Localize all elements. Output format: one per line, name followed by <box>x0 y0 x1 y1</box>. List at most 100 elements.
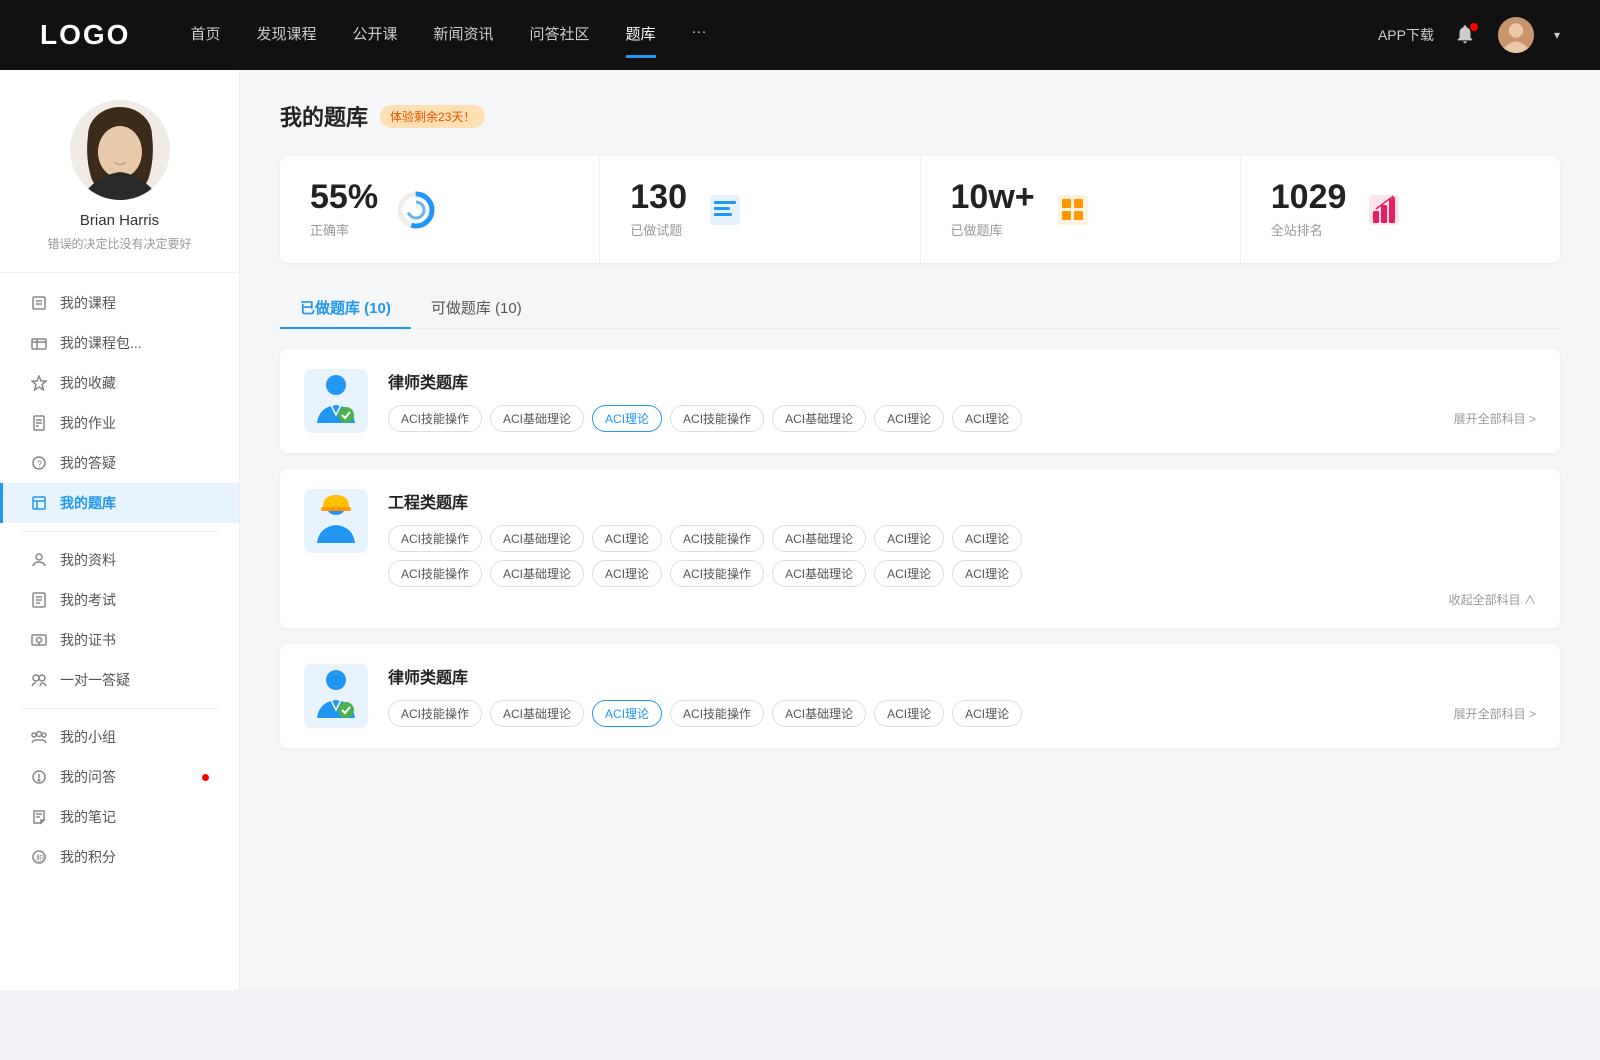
tag-3-6[interactable]: ACI理论 <box>952 700 1022 727</box>
navbar: LOGO 首页 发现课程 公开课 新闻资讯 问答社区 题库 ··· APP下载 … <box>0 0 1600 70</box>
sidebar-label-my-favorites: 我的收藏 <box>60 373 116 393</box>
sidebar-item-my-homework[interactable]: 我的作业 <box>0 403 239 443</box>
tag-1-6[interactable]: ACI理论 <box>952 405 1022 432</box>
tab-available[interactable]: 可做题库 (10) <box>411 287 542 328</box>
collapse-link-2[interactable]: 收起全部科目 ∧ <box>388 591 1536 608</box>
sidebar-item-my-questions[interactable]: ? 我的答疑 <box>0 443 239 483</box>
sidebar-label-my-answers: 我的问答 <box>60 767 116 787</box>
tag-1-1[interactable]: ACI基础理论 <box>490 405 584 432</box>
bank-info-1: 律师类题库 ACI技能操作 ACI基础理论 ACI理论 ACI技能操作 ACI基… <box>388 369 1536 432</box>
main-container: Brian Harris 错误的决定比没有决定要好 我的课程 我的课程包... <box>0 70 1600 990</box>
sidebar-label-my-cert: 我的证书 <box>60 630 116 650</box>
tag-3-4[interactable]: ACI基础理论 <box>772 700 866 727</box>
tag-2b-1[interactable]: ACI基础理论 <box>490 560 584 587</box>
stats-row: 55% 正确率 130 已做试题 <box>280 156 1560 263</box>
logo[interactable]: LOGO <box>40 19 130 51</box>
stat-accuracy-label: 正确率 <box>310 220 378 239</box>
stat-banks-done-text: 10w+ 已做题库 <box>951 180 1035 239</box>
nav-open-course[interactable]: 公开课 <box>352 23 397 48</box>
tag-1-0[interactable]: ACI技能操作 <box>388 405 482 432</box>
tag-2a-3[interactable]: ACI技能操作 <box>670 525 764 552</box>
tag-2b-5[interactable]: ACI理论 <box>874 560 944 587</box>
tag-2a-5[interactable]: ACI理论 <box>874 525 944 552</box>
sidebar-item-my-favorites[interactable]: 我的收藏 <box>0 363 239 403</box>
nav-more[interactable]: ··· <box>692 23 707 48</box>
bank-card-header-3: 律师类题库 ACI技能操作 ACI基础理论 ACI理论 ACI技能操作 ACI基… <box>304 664 1536 728</box>
tag-2a-4[interactable]: ACI基础理论 <box>772 525 866 552</box>
notification-dot <box>1470 23 1478 31</box>
user-avatar-nav[interactable] <box>1498 17 1534 53</box>
nav-news[interactable]: 新闻资讯 <box>434 23 494 48</box>
sidebar-item-my-course[interactable]: 我的课程 <box>0 283 239 323</box>
tag-2a-1[interactable]: ACI基础理论 <box>490 525 584 552</box>
donut-icon <box>394 188 438 232</box>
cert-icon <box>30 631 48 649</box>
sidebar-item-my-exam[interactable]: 我的考试 <box>0 580 239 620</box>
tag-2a-2[interactable]: ACI理论 <box>592 525 662 552</box>
sidebar-item-my-answers[interactable]: 我的问答 <box>0 757 239 797</box>
tags-row-2a: ACI技能操作 ACI基础理论 ACI理论 ACI技能操作 ACI基础理论 AC… <box>388 525 1536 552</box>
expand-link-1[interactable]: 展开全部科目 > <box>1454 410 1536 427</box>
tag-1-4[interactable]: ACI基础理论 <box>772 405 866 432</box>
app-download-link[interactable]: APP下载 <box>1378 25 1434 45</box>
profile-motto: 错误的决定比没有决定要好 <box>20 235 219 252</box>
sidebar-item-my-notes[interactable]: 我的笔记 <box>0 797 239 837</box>
sidebar-item-my-package[interactable]: 我的课程包... <box>0 323 239 363</box>
sidebar-item-my-cert[interactable]: 我的证书 <box>0 620 239 660</box>
tag-3-5[interactable]: ACI理论 <box>874 700 944 727</box>
sidebar-label-my-questions: 我的答疑 <box>60 453 116 473</box>
tag-3-2[interactable]: ACI理论 <box>592 700 662 727</box>
bank-card-lawyer-1: 律师类题库 ACI技能操作 ACI基础理论 ACI理论 ACI技能操作 ACI基… <box>280 349 1560 453</box>
nav-bank[interactable]: 题库 <box>626 23 656 48</box>
sidebar-label-my-exam: 我的考试 <box>60 590 116 610</box>
tag-1-2[interactable]: ACI理论 <box>592 405 662 432</box>
exam-icon <box>30 591 48 609</box>
expand-link-3[interactable]: 展开全部科目 > <box>1454 705 1536 722</box>
sidebar-item-my-profile[interactable]: 我的资料 <box>0 540 239 580</box>
sidebar-item-my-points[interactable]: 积 我的积分 <box>0 837 239 877</box>
stat-ranking-label: 全站排名 <box>1271 220 1347 239</box>
sidebar-label-my-homework: 我的作业 <box>60 413 116 433</box>
bank-name-1: 律师类题库 <box>388 369 1536 393</box>
user-avatar <box>70 100 170 200</box>
tags-row-1: ACI技能操作 ACI基础理论 ACI理论 ACI技能操作 ACI基础理论 AC… <box>388 405 1536 432</box>
tag-2b-4[interactable]: ACI基础理论 <box>772 560 866 587</box>
course-icon <box>30 294 48 312</box>
notification-bell[interactable] <box>1454 23 1478 47</box>
tag-2b-2[interactable]: ACI理论 <box>592 560 662 587</box>
tag-3-1[interactable]: ACI基础理论 <box>490 700 584 727</box>
tag-2b-6[interactable]: ACI理论 <box>952 560 1022 587</box>
tag-2b-3[interactable]: ACI技能操作 <box>670 560 764 587</box>
tag-3-3[interactable]: ACI技能操作 <box>670 700 764 727</box>
bank-info-3: 律师类题库 ACI技能操作 ACI基础理论 ACI理论 ACI技能操作 ACI基… <box>388 664 1536 727</box>
chart-icon <box>1362 188 1406 232</box>
tag-3-0[interactable]: ACI技能操作 <box>388 700 482 727</box>
svg-text:积: 积 <box>36 853 44 863</box>
homework-icon <box>30 414 48 432</box>
answer-icon <box>30 768 48 786</box>
tabs-row: 已做题库 (10) 可做题库 (10) <box>280 287 1560 329</box>
nav-courses[interactable]: 发现课程 <box>256 23 316 48</box>
page-title: 我的题库 <box>280 100 368 132</box>
tags-row-3: ACI技能操作 ACI基础理论 ACI理论 ACI技能操作 ACI基础理论 AC… <box>388 700 1536 727</box>
nav-qa[interactable]: 问答社区 <box>530 23 590 48</box>
nav-links: 首页 发现课程 公开课 新闻资讯 问答社区 题库 ··· <box>190 23 1378 48</box>
tag-2b-0[interactable]: ACI技能操作 <box>388 560 482 587</box>
tags-row-2b: ACI技能操作 ACI基础理论 ACI理论 ACI技能操作 ACI基础理论 AC… <box>388 560 1536 587</box>
tag-2a-0[interactable]: ACI技能操作 <box>388 525 482 552</box>
sidebar-item-my-bank[interactable]: 我的题库 <box>0 483 239 523</box>
tag-1-3[interactable]: ACI技能操作 <box>670 405 764 432</box>
note-icon <box>30 808 48 826</box>
nav-home[interactable]: 首页 <box>190 23 220 48</box>
bank-name-3: 律师类题库 <box>388 664 1536 688</box>
tab-done[interactable]: 已做题库 (10) <box>280 287 411 328</box>
lawyer-bank-icon-1 <box>304 369 368 433</box>
sidebar-item-one-on-one[interactable]: 一对一答疑 <box>0 660 239 700</box>
sidebar-item-my-group[interactable]: 我的小组 <box>0 717 239 757</box>
stat-accuracy: 55% 正确率 <box>280 156 600 263</box>
tag-1-5[interactable]: ACI理论 <box>874 405 944 432</box>
stat-accuracy-text: 55% 正确率 <box>310 180 378 239</box>
user-dropdown-arrow[interactable]: ▾ <box>1554 28 1560 42</box>
grid-icon <box>1051 188 1095 232</box>
tag-2a-6[interactable]: ACI理论 <box>952 525 1022 552</box>
